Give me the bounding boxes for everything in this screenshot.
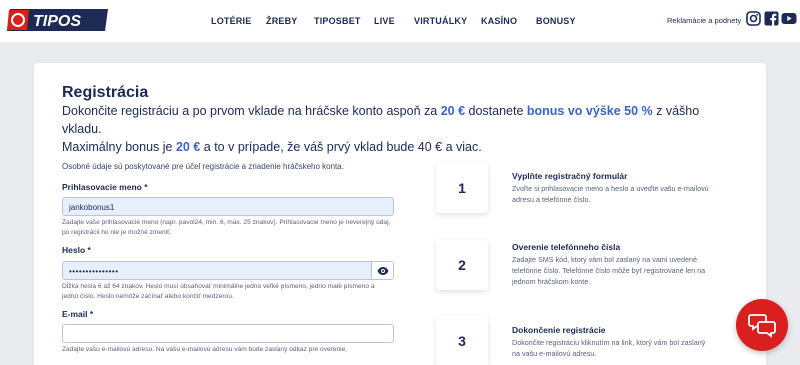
username-help: Zadajte vaše prihlasovacie meno (napr. p… [62,219,391,236]
email-help: Zadajte vašu e-mailovú adresu. Na vašu e… [62,346,348,353]
intro-text: Maximálny bonus je [62,140,176,154]
instagram-icon[interactable] [746,11,761,26]
step-2-title: Overenie telefónneho čísla [512,242,621,252]
chat-button[interactable] [736,299,788,351]
step-3-description: Dokončite registráciu kliknutím na link,… [512,338,706,358]
intro-amount-min-deposit: 20 € [440,104,466,118]
password-label: Heslo * [62,245,91,255]
show-password-button[interactable] [371,261,394,280]
step-3-title: Dokončenie registrácie [512,325,606,335]
password-help: Dĺžka hesla 6 až 64 znakov. Heslo musí o… [62,283,375,300]
intro-bonus-highlight: bonus vo výške 50 % [526,104,653,118]
registration-intro: Dokončite registráciu a po prvom vklade … [62,102,722,156]
username-field[interactable]: jankobonus1 [62,197,394,216]
complaints-link[interactable]: Reklamácie a podnety [667,16,741,25]
nav-item-bonusy[interactable]: BONUSY [536,16,576,26]
step-number-1: 1 [436,163,488,213]
email-field[interactable] [62,324,394,343]
intro-text: a to v prípade, že váš prvý vklad bude 4… [200,140,482,154]
intro-text: dostanete [465,104,527,118]
nav-item-loterie[interactable]: LOTÉRIE [211,16,251,26]
password-field[interactable]: ••••••••••••••• [62,261,372,280]
chat-bubbles-icon [748,314,776,338]
nav-item-live[interactable]: LIVE [374,16,395,26]
nav-item-zreby[interactable]: ŽREBY [266,16,298,26]
step-1-title: Vyplňte registračný formulár [512,171,628,181]
nav-item-kasino[interactable]: KASÍNO [481,16,517,26]
intro-amount-max-bonus: 20 € [175,140,201,154]
facebook-icon[interactable] [764,11,779,26]
email-label: E-mail * [62,309,94,319]
nav-item-tiposbet[interactable]: TIPOSBET [314,16,361,26]
step-2-description: Zadajte SMS kód, ktorý vám bol zaslaný n… [512,255,706,286]
youtube-icon[interactable] [781,11,797,26]
nav-item-virtualky[interactable]: VIRTUÁLKY [414,16,467,26]
step-1-description: Zvoľte si prihlasovacie meno a heslo a u… [512,184,709,204]
step-number-3: 3 [436,316,488,365]
intro-text: Dokončite registráciu a po prvom vklade … [62,104,441,118]
username-label: Prihlasovacie meno * [62,182,148,192]
page-title: Registrácia [62,84,149,101]
eye-icon [377,267,389,275]
step-number-2: 2 [436,240,488,290]
top-navigation-bar: TIPOS LOTÉRIE ŽREBY TIPOSBET LIVE VIRTUÁ… [0,0,800,42]
personal-data-note: Osobné údaje sú poskytované pre účel reg… [62,162,344,171]
